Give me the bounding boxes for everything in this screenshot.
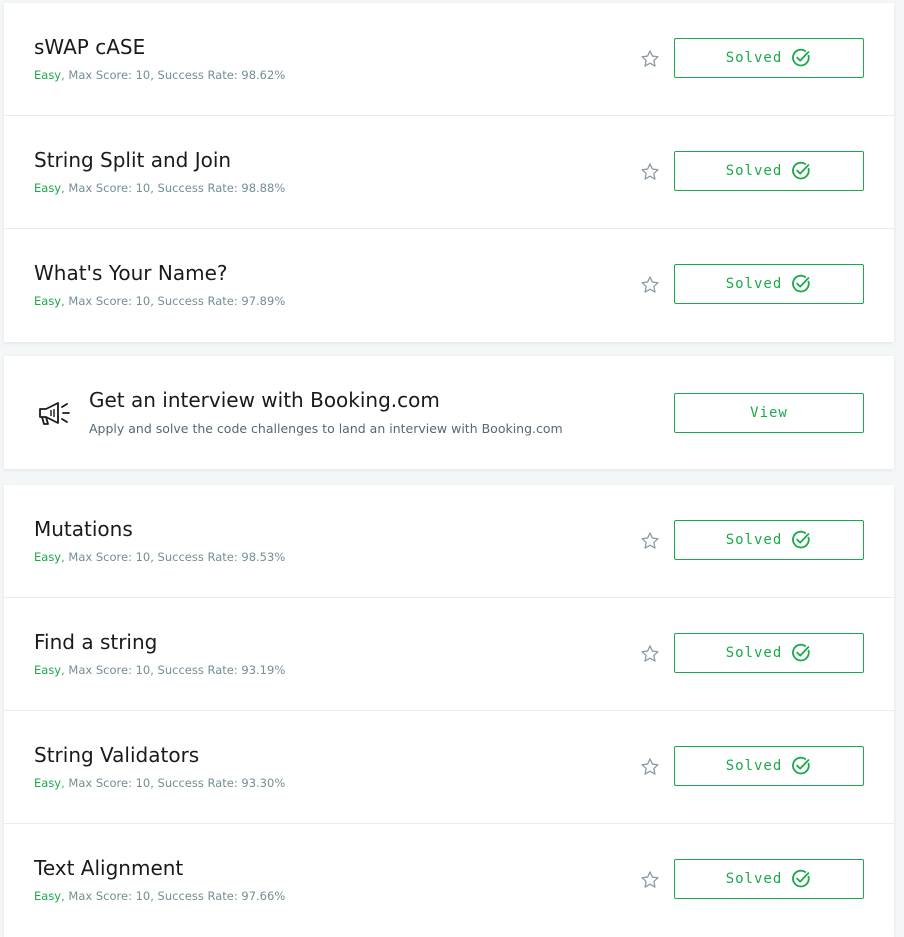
challenge-row[interactable]: Text Alignment Easy, Max Score: 10, Succ… [4, 824, 894, 937]
difficulty-label: Easy [34, 294, 62, 308]
solved-label: Solved [725, 758, 783, 774]
star-outline-icon[interactable] [639, 274, 661, 296]
difficulty-label: Easy [34, 181, 62, 195]
challenge-list-bottom: Mutations Easy, Max Score: 10, Success R… [4, 485, 894, 937]
difficulty-label: Easy [34, 550, 62, 564]
solved-button[interactable]: Solved [674, 859, 864, 899]
solved-label: Solved [725, 871, 783, 887]
check-circle-icon [792, 643, 810, 662]
challenge-title[interactable]: Text Alignment [34, 856, 183, 880]
difficulty-label: Easy [34, 776, 62, 790]
check-circle-icon [792, 161, 810, 180]
challenge-title[interactable]: String Split and Join [34, 148, 231, 172]
challenge-row[interactable]: String Validators Easy, Max Score: 10, S… [4, 711, 894, 824]
solved-label: Solved [725, 276, 783, 292]
solved-button[interactable]: Solved [674, 38, 864, 78]
challenge-stats: , Max Score: 10, Success Rate: 98.62% [61, 68, 286, 82]
challenge-title[interactable]: String Validators [34, 743, 199, 767]
solved-button[interactable]: Solved [674, 264, 864, 304]
difficulty-label: Easy [34, 889, 62, 903]
challenge-meta: Easy, Max Score: 10, Success Rate: 93.19… [34, 662, 285, 678]
solved-button[interactable]: Solved [674, 633, 864, 673]
challenge-row[interactable]: Mutations Easy, Max Score: 10, Success R… [4, 485, 894, 598]
challenge-stats: , Max Score: 10, Success Rate: 97.66% [61, 889, 286, 903]
challenge-stats: , Max Score: 10, Success Rate: 98.53% [61, 550, 286, 564]
challenge-row[interactable]: Find a string Easy, Max Score: 10, Succe… [4, 598, 894, 711]
check-circle-icon [792, 48, 810, 67]
difficulty-label: Easy [34, 663, 62, 677]
star-outline-icon[interactable] [639, 869, 661, 891]
challenge-meta: Easy, Max Score: 10, Success Rate: 93.30… [34, 775, 285, 791]
solved-label: Solved [725, 645, 783, 661]
solved-button[interactable]: Solved [674, 151, 864, 191]
star-outline-icon[interactable] [639, 530, 661, 552]
challenge-stats: , Max Score: 10, Success Rate: 93.19% [61, 663, 286, 677]
challenge-title[interactable]: sWAP cASE [34, 35, 145, 59]
promo-description: Apply and solve the code challenges to l… [89, 421, 563, 436]
challenge-meta: Easy, Max Score: 10, Success Rate: 97.89… [34, 293, 285, 309]
star-outline-icon[interactable] [639, 48, 661, 70]
challenge-meta: Easy, Max Score: 10, Success Rate: 98.53… [34, 549, 285, 565]
check-circle-icon [792, 756, 810, 775]
challenge-meta: Easy, Max Score: 10, Success Rate: 97.66… [34, 888, 285, 904]
promo-card: Get an interview with Booking.com Apply … [4, 356, 894, 469]
star-outline-icon[interactable] [639, 643, 661, 665]
challenge-stats: , Max Score: 10, Success Rate: 93.30% [61, 776, 286, 790]
challenge-meta: Easy, Max Score: 10, Success Rate: 98.88… [34, 180, 285, 196]
check-circle-icon [792, 869, 810, 888]
solved-button[interactable]: Solved [674, 520, 864, 560]
difficulty-label: Easy [34, 68, 62, 82]
challenge-stats: , Max Score: 10, Success Rate: 98.88% [61, 181, 286, 195]
promo-title: Get an interview with Booking.com [89, 388, 440, 412]
challenge-title[interactable]: Find a string [34, 630, 157, 654]
challenge-row[interactable]: What's Your Name? Easy, Max Score: 10, S… [4, 229, 894, 342]
star-outline-icon[interactable] [639, 161, 661, 183]
challenge-title[interactable]: What's Your Name? [34, 261, 228, 285]
challenge-row[interactable]: String Split and Join Easy, Max Score: 1… [4, 116, 894, 229]
solved-button[interactable]: Solved [674, 746, 864, 786]
solved-label: Solved [725, 50, 783, 66]
challenge-stats: , Max Score: 10, Success Rate: 97.89% [61, 294, 286, 308]
megaphone-icon [39, 402, 70, 425]
check-circle-icon [792, 530, 810, 549]
check-circle-icon [792, 274, 810, 293]
challenge-meta: Easy, Max Score: 10, Success Rate: 98.62… [34, 67, 285, 83]
challenge-title[interactable]: Mutations [34, 517, 133, 541]
star-outline-icon[interactable] [639, 756, 661, 778]
challenge-row[interactable]: sWAP cASE Easy, Max Score: 10, Success R… [4, 3, 894, 116]
solved-label: Solved [725, 163, 783, 179]
challenge-list-top: sWAP cASE Easy, Max Score: 10, Success R… [4, 3, 894, 342]
view-button[interactable]: View [674, 393, 864, 433]
solved-label: Solved [725, 532, 783, 548]
